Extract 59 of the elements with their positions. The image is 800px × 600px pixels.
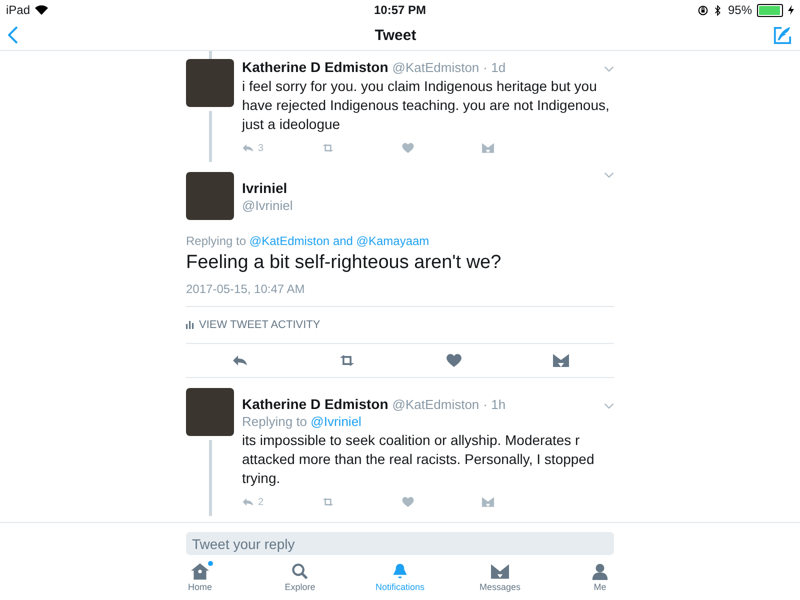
chevron-down-icon[interactable] <box>604 66 614 72</box>
photo-placeholder[interactable] <box>186 59 234 107</box>
envelope-icon[interactable] <box>482 143 494 153</box>
battery-percent: 95% <box>728 3 752 17</box>
reply-count: 3 <box>258 142 264 154</box>
replying-label: Replying to <box>186 234 246 248</box>
photo-placeholder[interactable] <box>186 388 234 436</box>
house-icon <box>191 563 209 580</box>
tweet-time: · 1d <box>483 60 506 75</box>
mention-link[interactable]: @Ivriniel <box>310 414 362 429</box>
wifi-icon <box>35 5 48 15</box>
tab-item[interactable]: Me <box>550 555 650 600</box>
tweet-text: Feeling a bit self-righteous aren't we? <box>186 252 502 274</box>
person-silhouette-icon <box>591 563 609 580</box>
retweet-icon[interactable] <box>322 497 334 507</box>
tweet-text: i feel sorry for you. you claim Indigenous heritage but you have rejected Indigenous teaching. you are not Indigenous, just a ideologue <box>242 77 610 134</box>
retweet-icon[interactable] <box>322 143 334 153</box>
bar-chart-icon <box>186 321 194 329</box>
battery-icon <box>757 4 783 16</box>
reply-icon[interactable] <box>242 143 254 153</box>
author-handle: @Ivriniel <box>242 198 293 213</box>
tweet-text: its impossible to seek coalition or allyship. Moderates r attacked more than the real racists. Personally, I stopped trying. <box>242 431 596 488</box>
author-name[interactable]: Katherine D Edmiston <box>242 396 388 412</box>
chevron-down-icon[interactable] <box>604 403 614 409</box>
reply-icon[interactable] <box>242 497 254 507</box>
reply-input-field[interactable]: Tweet your reply <box>186 532 614 555</box>
compose-icon[interactable] <box>773 26 792 44</box>
clock-time: 10:57 PM <box>374 3 426 17</box>
tweet-timestamp: 2017-05-15, 10:47 AM <box>186 282 614 307</box>
search-icon <box>291 563 309 580</box>
retweet-icon[interactable] <box>338 354 354 367</box>
device-name: iPad <box>6 3 30 17</box>
envelope-icon <box>491 563 509 580</box>
avatar-placeholder[interactable] <box>186 172 234 220</box>
envelope-icon[interactable] <box>552 354 568 367</box>
tab-item[interactable]: Home <box>150 555 250 600</box>
author-name[interactable]: Ivriniel <box>242 180 293 196</box>
heart-icon[interactable] <box>446 354 462 367</box>
reply-count: 2 <box>258 496 264 508</box>
tweet-time: · 1h <box>483 397 506 412</box>
back-icon[interactable] <box>8 26 18 44</box>
author-handle: @KatEdmiston <box>392 60 480 75</box>
tweet-activity-link[interactable]: VIEW TWEET ACTIVITY <box>199 319 320 331</box>
envelope-icon[interactable] <box>482 497 494 507</box>
mention-link[interactable]: @KatEdmiston and @Kamayaam <box>249 234 430 248</box>
tab-item[interactable]: Messages <box>450 555 550 600</box>
screen-title: Tweet <box>374 26 416 44</box>
author-name[interactable]: Katherine D Edmiston <box>242 59 388 75</box>
bluetooth-icon <box>712 4 723 16</box>
tab-item[interactable]: Notifications <box>350 555 450 600</box>
author-handle: @KatEdmiston <box>392 397 480 412</box>
heart-icon[interactable] <box>402 143 414 153</box>
heart-icon[interactable] <box>402 497 414 507</box>
replying-label: Replying to <box>242 414 308 429</box>
chevron-down-icon[interactable] <box>604 172 614 178</box>
rotation-lock-icon <box>698 4 708 16</box>
reply-icon[interactable] <box>232 354 248 367</box>
bell-icon <box>391 563 409 580</box>
tab-item[interactable]: Explore <box>250 555 350 600</box>
